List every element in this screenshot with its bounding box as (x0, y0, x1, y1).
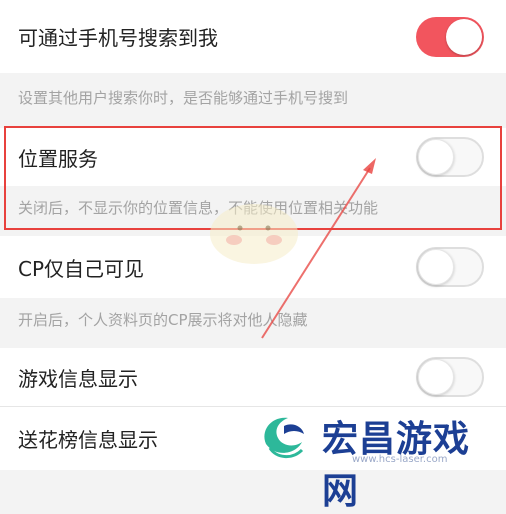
watermark-site-url: www.hcs-laser.com (352, 454, 448, 465)
mascot-watermark (210, 204, 298, 264)
watermark-logo-icon (264, 417, 304, 458)
